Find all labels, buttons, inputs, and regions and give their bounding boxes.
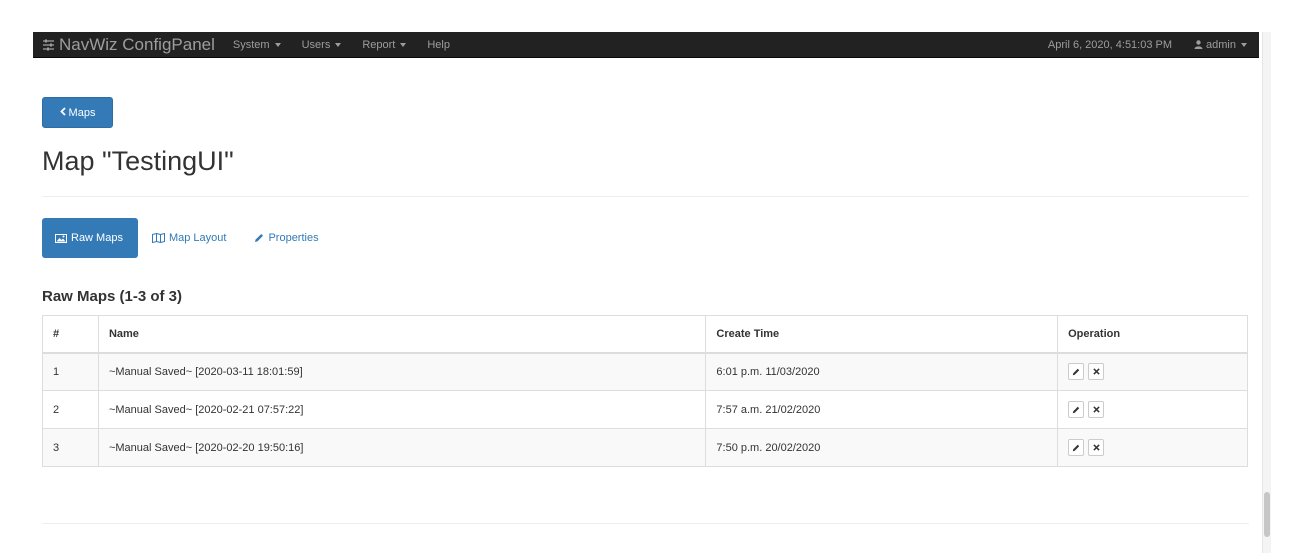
- caret-down-icon: [1241, 42, 1247, 47]
- brand[interactable]: NavWiz ConfigPanel: [42, 35, 215, 55]
- edit-button[interactable]: [1068, 363, 1085, 381]
- table-header-row: # Name Create Time Operation: [42, 315, 1248, 354]
- user-icon: [1194, 40, 1203, 49]
- user-menu-dropdown[interactable]: admin: [1194, 39, 1247, 51]
- row-operations: [1057, 352, 1248, 391]
- row-name: ~Manual Saved~ [2020-02-21 07:57:22]: [97, 390, 707, 429]
- edit-button[interactable]: [1068, 439, 1085, 456]
- delete-button[interactable]: [1088, 401, 1105, 418]
- nav-users-dropdown[interactable]: Users: [302, 39, 342, 51]
- nav-system-dropdown[interactable]: System: [233, 39, 281, 51]
- table-row: 1 ~Manual Saved~ [2020-03-11 18:01:59] 6…: [42, 352, 1248, 391]
- delete-button[interactable]: [1088, 439, 1105, 456]
- user-name: admin: [1206, 38, 1236, 51]
- col-header-number: #: [42, 315, 99, 354]
- scrollbar-thumb[interactable]: [1264, 492, 1270, 537]
- row-name: ~Manual Saved~ [2020-03-11 18:01:59]: [97, 352, 707, 391]
- nav-help-link[interactable]: Help: [427, 39, 450, 51]
- pencil-icon: [1072, 368, 1080, 375]
- col-header-operation: Operation: [1057, 315, 1248, 354]
- page-title: Map "TestingUI": [42, 146, 234, 176]
- row-name: ~Manual Saved~ [2020-02-20 19:50:16]: [97, 428, 707, 467]
- tab-properties-label: Properties: [268, 232, 319, 244]
- raw-maps-heading: Raw Maps (1-3 of 3): [42, 288, 183, 305]
- col-header-name: Name: [97, 315, 707, 354]
- map-tabs: Raw Maps Map Layout Properties: [42, 218, 333, 258]
- operation-buttons: [1068, 363, 1237, 381]
- operation-buttons: [1068, 439, 1237, 456]
- row-number: 2: [42, 390, 99, 429]
- row-operations: [1057, 428, 1248, 467]
- nav-report-dropdown[interactable]: Report: [362, 38, 407, 51]
- edit-button[interactable]: [1068, 401, 1085, 418]
- pencil-icon: [1072, 406, 1080, 413]
- tab-map-layout-label: Map Layout: [168, 232, 227, 244]
- chevron-left-icon: [59, 106, 66, 119]
- caret-down-icon: [274, 42, 281, 47]
- caret-down-icon: [335, 42, 342, 47]
- caret-down-icon: [400, 42, 407, 47]
- delete-button[interactable]: [1088, 363, 1105, 381]
- pencil-icon: [254, 233, 264, 243]
- page: NavWiz ConfigPanel System Users Report H…: [0, 0, 1299, 553]
- row-create-time: 7:50 p.m. 20/02/2020: [705, 428, 1059, 467]
- tab-raw-maps-label: Raw Maps: [71, 232, 123, 244]
- picture-icon: [55, 233, 67, 243]
- nav-datetime: April 6, 2020, 4:51:03 PM: [1047, 38, 1173, 51]
- raw-maps-table: # Name Create Time Operation 1 ~Manual S…: [42, 315, 1248, 467]
- row-operations: [1057, 390, 1248, 429]
- tab-raw-maps[interactable]: Raw Maps: [42, 218, 138, 258]
- nav-right: April 6, 2020, 4:51:03 PM admin: [1048, 39, 1259, 51]
- divider: [42, 196, 1249, 197]
- nav-help-label: Help: [427, 38, 450, 51]
- map-icon: [151, 233, 165, 243]
- close-icon: [1092, 368, 1100, 375]
- nav-report-label: Report: [362, 38, 396, 51]
- footer-divider: [42, 523, 1249, 524]
- page-scrollbar[interactable]: [1262, 32, 1271, 553]
- operation-buttons: [1068, 401, 1237, 418]
- col-header-create-time: Create Time: [705, 315, 1059, 354]
- pencil-icon: [1072, 444, 1080, 451]
- close-icon: [1092, 444, 1100, 451]
- nav-menu: System Users Report Help: [233, 39, 471, 51]
- row-create-time: 7:57 a.m. 21/02/2020: [705, 390, 1059, 429]
- top-navbar: NavWiz ConfigPanel System Users Report H…: [33, 32, 1259, 58]
- row-number: 1: [42, 352, 99, 391]
- row-create-time: 6:01 p.m. 11/03/2020: [705, 352, 1059, 391]
- back-button-label: Maps: [68, 106, 96, 119]
- table-row: 2 ~Manual Saved~ [2020-02-21 07:57:22] 7…: [42, 390, 1248, 429]
- table-row: 3 ~Manual Saved~ [2020-02-20 19:50:16] 7…: [42, 428, 1248, 467]
- tab-map-layout[interactable]: Map Layout: [138, 218, 240, 258]
- brand-label: NavWiz ConfigPanel: [59, 34, 215, 54]
- row-number: 3: [42, 428, 99, 467]
- nav-users-label: Users: [301, 38, 331, 51]
- close-icon: [1092, 406, 1100, 413]
- back-to-maps-button[interactable]: Maps: [42, 97, 113, 128]
- tab-properties[interactable]: Properties: [240, 218, 332, 258]
- sliders-icon: [42, 39, 55, 51]
- nav-system-label: System: [232, 38, 270, 51]
